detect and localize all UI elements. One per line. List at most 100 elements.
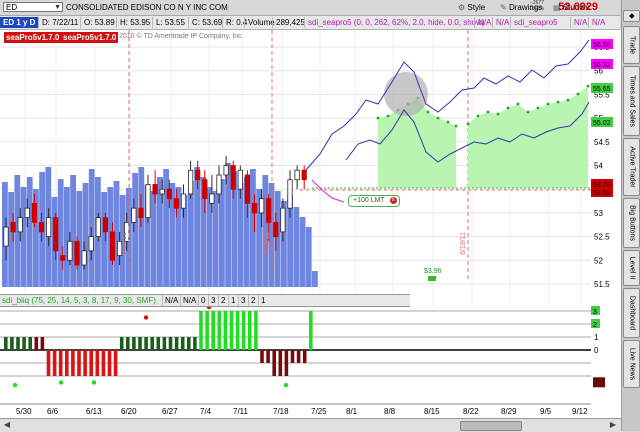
oscillator-bar bbox=[229, 311, 234, 350]
chart-area[interactable]: 56.55655.55554.55453.55352.55251.56/17/1… bbox=[0, 30, 621, 431]
volume-bar bbox=[212, 191, 219, 287]
study-short[interactable]: sdi_seapro5 bbox=[510, 17, 561, 28]
price-tag-label: 55.65 bbox=[593, 86, 611, 93]
date-marker-label: 7/15/11 bbox=[264, 232, 271, 255]
tab-times-and-sales[interactable]: Times and Sales bbox=[623, 66, 640, 136]
date-readout: D: 7/22/11 bbox=[38, 17, 81, 28]
lower-study-bar: sdi_biiq (75, 25, 14, 5, 3, 8, 17, 9, 30… bbox=[0, 294, 410, 307]
time-axis-label: 8/29 bbox=[501, 407, 517, 416]
oscillator-bar bbox=[254, 311, 258, 350]
price-tag-label: 55.02 bbox=[593, 120, 611, 127]
candle-body bbox=[287, 179, 293, 209]
candle-body bbox=[280, 207, 286, 233]
oscillator-bar bbox=[34, 337, 39, 350]
symbol-input[interactable]: ED ▼ bbox=[3, 2, 63, 12]
scrollbar-thumb[interactable] bbox=[460, 421, 522, 431]
oscillator-bar bbox=[302, 350, 307, 363]
oscillator-bar bbox=[16, 337, 20, 350]
volume-bar bbox=[262, 175, 269, 287]
volume-bar bbox=[70, 175, 76, 287]
volume-bar bbox=[132, 173, 138, 287]
lower-axis-label: 0 bbox=[594, 346, 599, 355]
open-readout: O: 53.89 bbox=[80, 17, 118, 28]
oscillator-bar bbox=[235, 311, 240, 350]
candle-body bbox=[24, 207, 30, 219]
volume-bar bbox=[299, 217, 306, 287]
lower-na-2: N/A bbox=[180, 295, 198, 306]
lower-v4: 1 bbox=[228, 295, 237, 306]
close-readout: C: 53.69 bbox=[188, 17, 225, 28]
forecast-dot bbox=[376, 116, 380, 120]
oscillator-bar bbox=[284, 350, 289, 376]
price-chart[interactable]: 56.55655.55554.55453.55352.55251.56/17/1… bbox=[0, 30, 621, 418]
period-label[interactable]: ED 1 y D bbox=[0, 17, 39, 28]
price-tag-label: 53.69 bbox=[593, 190, 611, 197]
study-stamp-right: seaPro5v1.7.0 bbox=[61, 32, 119, 43]
study-params[interactable]: sdi_seapro5 (0, 0, 262, 62%, 2.0, hide, … bbox=[304, 17, 488, 28]
close-icon[interactable]: x bbox=[389, 197, 397, 204]
scroll-left-icon[interactable]: ◀ bbox=[2, 420, 12, 430]
candle-body bbox=[109, 231, 116, 261]
time-scrollbar[interactable]: ◀ ▶ bbox=[0, 418, 621, 432]
oscillator-bar bbox=[83, 350, 87, 376]
candle-body bbox=[145, 184, 151, 219]
candle-body bbox=[251, 203, 258, 214]
candle-body bbox=[81, 250, 87, 266]
oscillator-bar bbox=[309, 311, 313, 350]
pink-projection-line bbox=[311, 179, 345, 203]
style-button[interactable]: ⚙ Style bbox=[458, 2, 485, 13]
oscillator-bar bbox=[95, 350, 100, 376]
low-readout: L: 53.55 bbox=[152, 17, 188, 28]
candle-body bbox=[209, 193, 215, 204]
limit-order-label[interactable]: +100 LMT x bbox=[348, 195, 400, 207]
time-axis-label: 6/20 bbox=[121, 407, 137, 416]
volume-bar bbox=[82, 183, 89, 287]
lower-dark-tag bbox=[593, 377, 605, 388]
forecast-dot bbox=[436, 116, 440, 120]
tab-trade[interactable]: Trade bbox=[623, 26, 640, 64]
forecast-dot bbox=[526, 110, 530, 114]
candle-body bbox=[138, 207, 144, 219]
lower-v7: 1 bbox=[258, 295, 267, 306]
candle-body bbox=[301, 169, 307, 181]
time-axis-label: 8/8 bbox=[384, 407, 396, 416]
oscillator-bar bbox=[156, 337, 161, 350]
time-axis-label: 7/4 bbox=[200, 407, 212, 416]
time-axis-label: 7/25 bbox=[311, 407, 327, 416]
time-axis-label: 8/1 bbox=[346, 407, 358, 416]
tab-big-buttons[interactable]: Big Buttons bbox=[623, 198, 640, 248]
oscillator-bar bbox=[28, 337, 32, 350]
forecast-dot bbox=[446, 120, 450, 124]
oscillator-bar bbox=[132, 337, 136, 350]
forecast-dot bbox=[496, 112, 500, 116]
forecast-dot bbox=[486, 110, 490, 114]
lower-study-name[interactable]: sdi_biiq (75, 25, 14, 5, 3, 8, 17, 9, 30… bbox=[0, 295, 158, 306]
forecast-dot bbox=[536, 106, 540, 110]
signal-dot bbox=[58, 380, 64, 385]
highlight-circle bbox=[384, 72, 428, 116]
tab-dashboard[interactable]: Dashboard bbox=[623, 288, 640, 338]
volume-bar bbox=[181, 195, 188, 287]
pencil-icon: ✎ bbox=[500, 3, 507, 12]
candle-body bbox=[230, 165, 236, 190]
candle-body bbox=[67, 240, 73, 261]
tab-live-news[interactable]: Live News bbox=[623, 340, 640, 388]
time-axis-label: 8/22 bbox=[463, 407, 479, 416]
lower-tag-label: 3 bbox=[593, 309, 597, 316]
oscillator-bar bbox=[217, 311, 222, 350]
tab-active-trader[interactable]: Active Trader bbox=[623, 138, 640, 196]
price-axis-label: 54 bbox=[594, 162, 603, 171]
oscillator-bar bbox=[22, 337, 26, 350]
candle-body bbox=[102, 217, 108, 233]
oscillator-bar bbox=[193, 337, 197, 350]
scroll-right-icon[interactable]: ▶ bbox=[608, 420, 618, 430]
forecast-dot bbox=[426, 110, 430, 114]
side-gadget-icon[interactable]: ◆ bbox=[623, 10, 640, 22]
oscillator-bar bbox=[223, 311, 228, 350]
oscillator-bar bbox=[65, 350, 69, 376]
price-axis-label: 52 bbox=[594, 256, 603, 265]
chevron-down-icon[interactable]: ▼ bbox=[54, 3, 61, 13]
tab-level-ii[interactable]: Level II bbox=[623, 250, 640, 286]
candle-body bbox=[187, 169, 194, 195]
change-readout: -.2677 -0.49% bbox=[528, 0, 544, 12]
